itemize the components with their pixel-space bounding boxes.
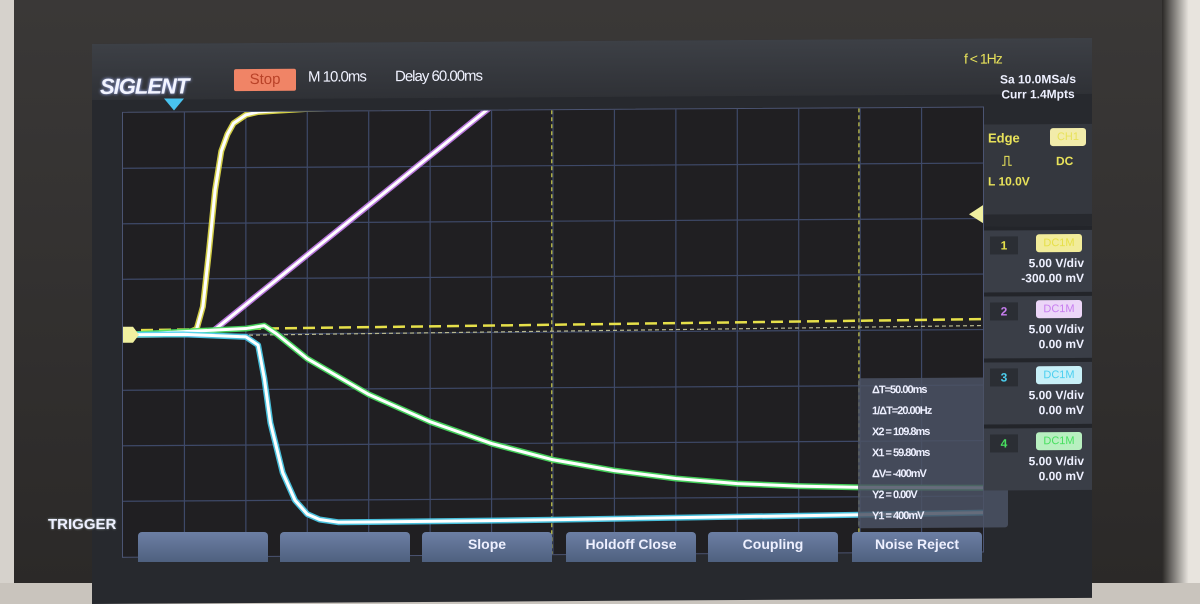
- softkey-holdoff[interactable]: Holdoff Close: [566, 532, 696, 562]
- channel-offset: 0.00 mV: [1038, 402, 1084, 418]
- run-stop-indicator[interactable]: Stop: [234, 68, 296, 92]
- channel-coupling: DC1M: [1036, 233, 1082, 253]
- menu-title: TRIGGER: [48, 516, 117, 533]
- channel-coupling: DC1M: [1036, 299, 1082, 319]
- channel-offset: -300.00 mV: [1021, 270, 1084, 286]
- channel-coupling: DC1M: [1036, 365, 1082, 385]
- timebase-readout: M 10.0ms: [308, 68, 366, 86]
- bezel-right: [1162, 0, 1200, 583]
- softkey-slope[interactable]: Slope: [422, 532, 552, 562]
- trigger-level: L 10.0V: [988, 174, 1030, 189]
- ground-marker-icon: [123, 326, 139, 343]
- trigger-type: Edge: [988, 130, 1020, 146]
- softkey-coupling[interactable]: Coupling: [708, 532, 838, 562]
- trigger-source: CH1: [1050, 127, 1086, 147]
- channel-vdiv: 5.00 V/div: [1028, 321, 1084, 337]
- trigger-panel[interactable]: Edge CH1 ⎍ DC L 10.0V: [984, 123, 1092, 215]
- softkey-2[interactable]: [280, 532, 410, 562]
- channel-4-panel[interactable]: 4 DC1M 5.00 V/div 0.00 mV: [984, 423, 1092, 491]
- channel-3-panel[interactable]: 3 DC1M 5.00 V/div 0.00 mV: [984, 357, 1092, 425]
- acquisition-info: Sa 10.0MSa/s Curr 1.4Mpts: [984, 66, 1092, 103]
- brand-logo: SIGLENT: [100, 73, 189, 99]
- softkey-1[interactable]: [138, 532, 268, 562]
- channel-coupling: DC1M: [1036, 431, 1082, 451]
- memory-depth: Curr 1.4Mpts: [1001, 86, 1075, 102]
- channel-vdiv: 5.00 V/div: [1028, 453, 1084, 469]
- waveform-plot: [123, 107, 983, 557]
- channel-number: 1: [990, 236, 1018, 255]
- trigger-level-marker-icon: [969, 205, 983, 224]
- scope-screen: SIGLENT Stop M 10.0ms Delay 60.00ms f < …: [92, 37, 1092, 604]
- trigger-position-marker-icon: [164, 98, 184, 111]
- waveform-display: ΔT=50.00ms 1/ΔT=20.00Hz X2 = 109.8ms X1 …: [122, 106, 1008, 558]
- channel-number: 2: [990, 302, 1018, 321]
- softkey-noise-reject[interactable]: Noise Reject: [852, 532, 982, 562]
- channel-2-panel[interactable]: 2 DC1M 5.00 V/div 0.00 mV: [984, 291, 1092, 359]
- rising-edge-icon: ⎍: [1002, 152, 1012, 169]
- trigger-coupling: DC: [1056, 154, 1074, 169]
- channel-offset: 0.00 mV: [1038, 336, 1084, 352]
- channel-number: 3: [990, 368, 1018, 387]
- bezel-edge: [0, 0, 14, 583]
- channel-1-panel[interactable]: 1 DC1M 5.00 V/div -300.00 mV: [984, 225, 1092, 293]
- delay-readout: Delay 60.00ms: [395, 67, 483, 86]
- channel-vdiv: 5.00 V/div: [1028, 255, 1084, 271]
- channel-number: 4: [990, 434, 1018, 453]
- channel-offset: 0.00 mV: [1038, 468, 1084, 484]
- channel-vdiv: 5.00 V/div: [1028, 387, 1084, 403]
- trigger-frequency: f < 1Hz: [964, 50, 1002, 67]
- sample-rate: Sa 10.0MSa/s: [999, 71, 1077, 87]
- side-panel: Sa 10.0MSa/s Curr 1.4Mpts Edge CH1 ⎍ DC …: [984, 66, 1092, 551]
